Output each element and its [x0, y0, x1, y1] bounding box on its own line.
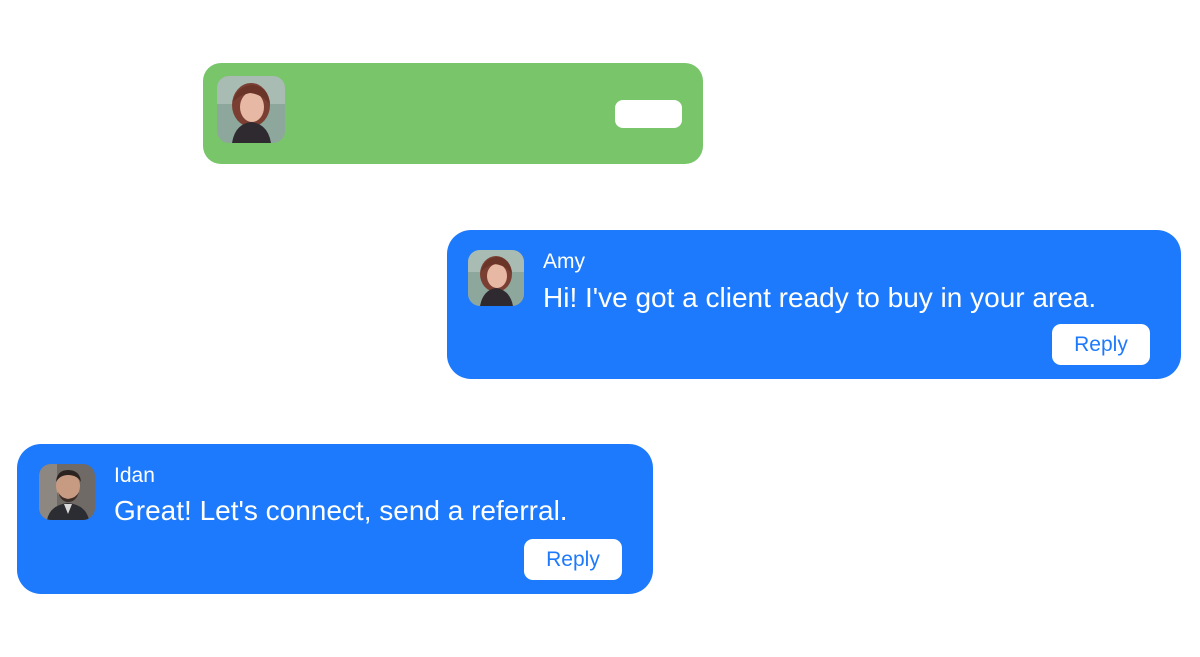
reply-button[interactable]: Reply	[524, 539, 622, 580]
reply-button[interactable]: Reply	[1052, 324, 1150, 365]
blank-pill	[615, 100, 682, 128]
woman-avatar-photo-icon	[217, 76, 285, 143]
woman-avatar-photo-icon	[468, 250, 524, 306]
message-card-amy: Amy Hi! I've got a client ready to buy i…	[447, 230, 1181, 379]
sender-name: Idan	[114, 464, 155, 487]
message-text: Great! Let's connect, send a referral.	[114, 495, 568, 526]
man-avatar-photo-icon	[39, 464, 95, 520]
message-text: Hi! I've got a client ready to buy in yo…	[543, 282, 1097, 313]
sender-name: Amy	[543, 250, 585, 273]
notification-card-placeholder	[203, 63, 703, 164]
message-card-idan: Idan Great! Let's connect, send a referr…	[17, 444, 653, 594]
